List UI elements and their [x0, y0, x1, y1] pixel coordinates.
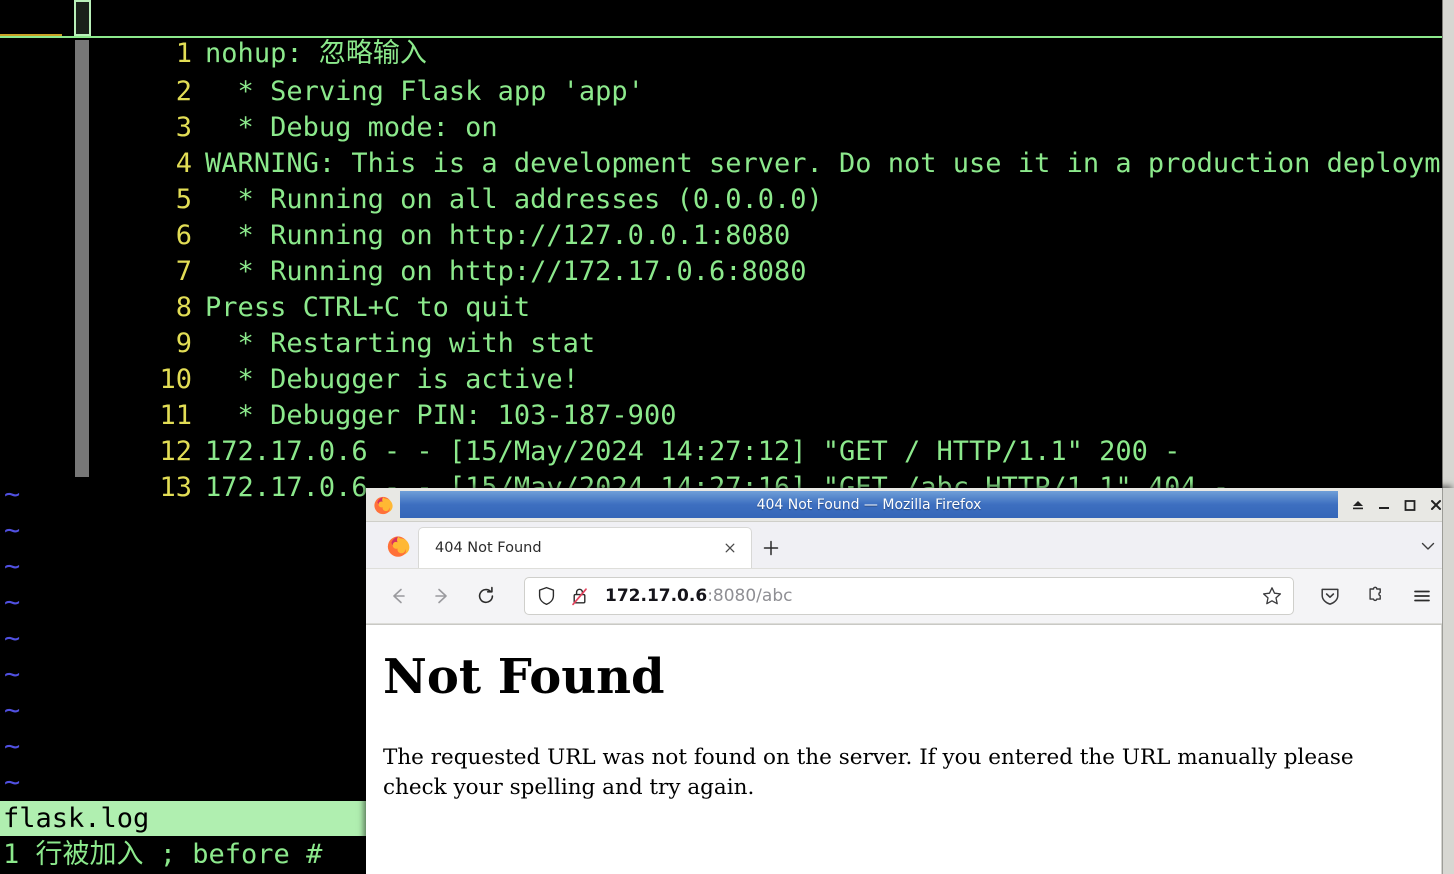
maximize-icon[interactable]: [1402, 497, 1418, 513]
firefox-app-icon: [378, 524, 418, 568]
vim-line-3: 3 * Debug mode: on: [0, 74, 1443, 143]
vim-tilde: ~: [4, 623, 21, 654]
vim-tilde: ~: [4, 767, 21, 798]
url-host: 172.17.0.6: [605, 586, 708, 606]
vim-sign-column: [75, 40, 89, 477]
star-icon[interactable]: [1257, 581, 1287, 611]
vim-line-2: 2 * Serving Flask app 'app': [0, 38, 1443, 107]
page-content[interactable]: Not Found The requested URL was not foun…: [366, 624, 1454, 874]
vim-line-8: 8 Press CTRL+C to quit: [0, 254, 1443, 323]
tab-label: 404 Not Found: [435, 540, 542, 556]
url-text[interactable]: 172.17.0.6:8080/abc: [605, 586, 1257, 606]
vim-line-number: 13: [159, 472, 193, 503]
window-titlebar[interactable]: 404 Not Found — Mozilla Firefox: [366, 488, 1454, 522]
reload-icon[interactable]: [466, 578, 506, 614]
vim-line-5: 5 * Running on all addresses (0.0.0.0): [0, 146, 1443, 215]
vim-tilde: ~: [4, 479, 21, 510]
firefox-window[interactable]: 404 Not Found — Mozilla Firefox 404 Not …: [366, 488, 1454, 874]
vim-tilde: ~: [4, 731, 21, 762]
vim-line-7: 7 * Running on http://172.17.0.6:8080: [0, 218, 1443, 287]
shield-icon[interactable]: [537, 586, 556, 606]
hamburger-menu-icon[interactable]: [1402, 578, 1442, 614]
vim-tilde: ~: [4, 515, 21, 546]
tab-close-icon[interactable]: [719, 537, 741, 559]
close-icon[interactable]: [1428, 497, 1444, 513]
back-arrow-icon[interactable]: [378, 578, 418, 614]
lock-crossed-icon[interactable]: [570, 586, 589, 606]
forward-arrow-icon[interactable]: [422, 578, 462, 614]
vim-line-10: 10 * Debugger is active!: [0, 326, 1443, 395]
page-body-text: The requested URL was not found on the s…: [383, 745, 1354, 800]
vim-tilde: ~: [4, 695, 21, 726]
vim-statusline: flask.log: [0, 800, 366, 836]
url-bar[interactable]: 172.17.0.6:8080/abc: [524, 577, 1294, 615]
vim-tilde: ~: [4, 659, 21, 690]
puzzle-icon[interactable]: [1356, 578, 1396, 614]
new-tab-button[interactable]: [752, 527, 790, 568]
page-scrollbar[interactable]: [1441, 625, 1454, 874]
firefox-logo-icon: [366, 488, 400, 521]
vim-tilde: ~: [4, 587, 21, 618]
url-path: :8080/abc: [707, 586, 793, 606]
pocket-icon[interactable]: [1310, 578, 1350, 614]
cursorline-number-underline: [0, 34, 62, 36]
vim-message-line: 1 行被加入 ; before #: [0, 836, 366, 874]
vim-line-13: 13172.17.0.6 - - [15/May/2024 14:27:16] …: [0, 434, 1443, 503]
vim-line-11: 11 * Debugger PIN: 103-187-900: [0, 362, 1443, 431]
page-title: Not Found: [383, 649, 665, 705]
shade-icon[interactable]: [1350, 497, 1366, 513]
list-all-tabs-chevron-down-icon[interactable]: [1416, 534, 1440, 558]
vim-empty-lines: ~ ~ ~ ~ ~ ~ ~ ~ ~: [0, 477, 20, 801]
vim-line-12: 12 172.17.0.6 - - [15/May/2024 14:27:12] …: [0, 398, 1443, 467]
vim-line-6: 6 * Running on http://127.0.0.1:8080: [0, 182, 1443, 251]
navigation-toolbar[interactable]: 172.17.0.6:8080/abc: [366, 569, 1454, 624]
vim-line-1: 1 nohup: 忽略输入: [0, 0, 1443, 69]
vim-line-9: 9 * Restarting with stat: [0, 290, 1443, 359]
vim-line-4: 4 WARNING: This is a development server. …: [0, 110, 1443, 179]
vim-block-cursor: [74, 0, 91, 36]
window-title: 404 Not Found — Mozilla Firefox: [400, 491, 1338, 518]
window-controls[interactable]: [1338, 488, 1454, 521]
tab-strip[interactable]: 404 Not Found: [366, 522, 1454, 569]
url-bar-identity-icons: [537, 586, 605, 606]
minimize-icon[interactable]: [1376, 497, 1392, 513]
vim-tilde: ~: [4, 551, 21, 582]
vim-buffer[interactable]: 1 nohup: 忽略输入 2 * Serving Flask app 'app'…: [0, 0, 1443, 503]
tab-404-not-found[interactable]: 404 Not Found: [418, 527, 752, 568]
screen: 1 nohup: 忽略输入 2 * Serving Flask app 'app'…: [0, 0, 1454, 874]
toolbar-right-buttons[interactable]: [1304, 578, 1442, 614]
